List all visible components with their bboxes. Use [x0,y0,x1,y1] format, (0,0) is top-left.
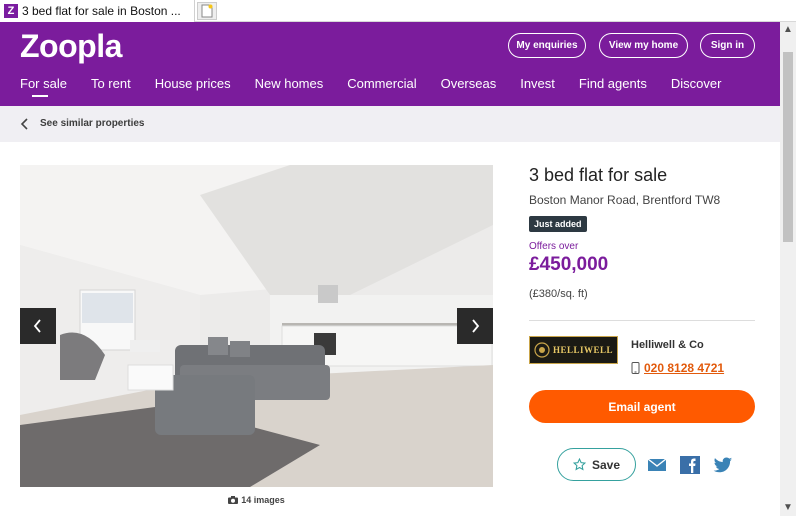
nav-find-agents[interactable]: Find agents [579,76,647,91]
my-enquiries-button[interactable]: My enquiries [508,33,586,58]
scrollbar-thumb[interactable] [783,52,793,242]
listing-details: 3 bed flat for sale Boston Manor Road, B… [529,165,755,300]
property-photo[interactable] [20,165,493,487]
sign-in-button[interactable]: Sign in [700,33,755,58]
tab-title: 3 bed flat for sale in Boston ... [22,4,181,18]
chevron-left-icon[interactable] [20,118,30,130]
scroll-down-icon[interactable]: ▼ [780,500,796,514]
nav-invest[interactable]: Invest [520,76,555,91]
offer-label: Offers over [529,241,579,252]
new-tab-button[interactable] [197,2,217,20]
twitter-icon[interactable] [713,457,733,474]
listing-address: Boston Manor Road, Brentford TW8 [529,193,721,207]
facebook-icon[interactable] [680,456,700,474]
zoopla-logo[interactable]: Zoopla [20,28,122,65]
main-nav: For sale To rent House prices New homes … [20,76,745,97]
agent-phone[interactable]: 020 8128 4721 [631,361,724,375]
star-icon [572,458,586,471]
status-badge: Just added [529,216,587,232]
save-button[interactable]: Save [557,448,636,481]
listing-price: £450,000 [529,254,609,275]
browser-tab-bar: Z 3 bed flat for sale in Boston ... [0,0,796,22]
agent-logo[interactable]: HELLIWELL [529,336,618,364]
gallery-prev-button[interactable] [20,308,56,344]
agent-name[interactable]: Helliwell & Co [631,339,704,351]
image-count-label: 14 images [241,494,285,505]
browser-tab[interactable]: Z 3 bed flat for sale in Boston ... [0,0,195,22]
nav-new-homes[interactable]: New homes [255,76,324,91]
divider [529,320,755,321]
email-agent-button[interactable]: Email agent [529,390,755,423]
new-tab-icon [201,4,213,18]
email-icon[interactable] [647,457,667,473]
agent-crest-icon [534,342,550,358]
nav-discover[interactable]: Discover [671,76,722,91]
zoopla-favicon-icon: Z [4,4,18,18]
view-my-home-button[interactable]: View my home [599,33,688,58]
scrollbar[interactable]: ▲ ▼ [780,22,796,516]
chevron-left-icon [33,319,41,333]
agent-logo-text: HELLIWELL [552,345,614,355]
breadcrumb: See similar properties [0,106,780,142]
scroll-up-icon[interactable]: ▲ [780,22,796,36]
nav-overseas[interactable]: Overseas [441,76,497,91]
nav-to-rent[interactable]: To rent [91,76,131,91]
image-count[interactable]: 14 images [20,487,493,512]
save-label: Save [591,457,621,472]
price-per-sqft: (£380/sq. ft) [529,288,588,300]
phone-number[interactable]: 020 8128 4721 [644,361,724,375]
nav-house-prices[interactable]: House prices [155,76,231,91]
listing-title: 3 bed flat for sale [529,165,668,185]
nav-commercial[interactable]: Commercial [347,76,416,91]
phone-icon [631,362,640,374]
living-room-photo [20,165,493,487]
nav-for-sale[interactable]: For sale [20,76,67,97]
camera-icon [228,495,239,504]
see-similar-properties-link[interactable]: See similar properties [40,118,145,129]
chevron-right-icon [472,319,480,333]
site-header: Zoopla My enquiries View my home Sign in… [0,22,780,106]
gallery-next-button[interactable] [457,308,493,344]
